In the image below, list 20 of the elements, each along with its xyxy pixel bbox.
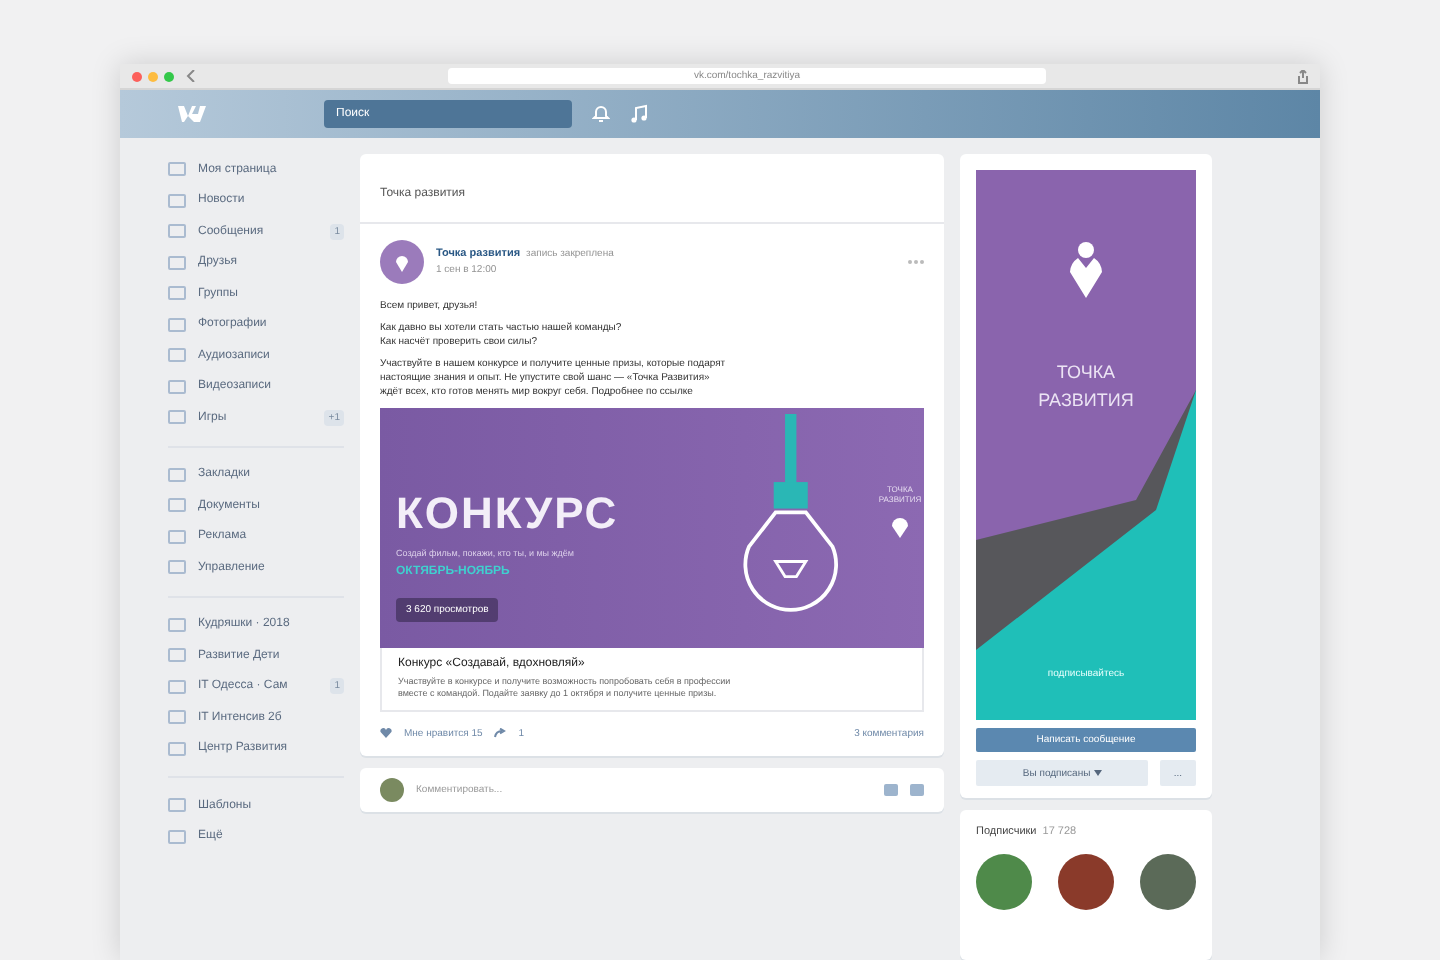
- member-avatar[interactable]: [1140, 854, 1196, 910]
- member-avatar[interactable]: [1058, 854, 1114, 910]
- pin-icon: [1064, 238, 1108, 298]
- close-icon[interactable]: [132, 71, 142, 81]
- caret-icon: [1093, 769, 1102, 775]
- member-avatar[interactable]: [976, 854, 1032, 910]
- share-icon[interactable]: [494, 728, 507, 739]
- back-icon[interactable]: [186, 70, 196, 82]
- minimize-icon[interactable]: [148, 71, 158, 81]
- group-avatar[interactable]: [380, 240, 424, 284]
- share-icon[interactable]: [1298, 69, 1308, 83]
- pin-icon: [890, 514, 910, 538]
- user-avatar: [380, 777, 404, 802]
- cover-title: ТОЧКА РАЗВИТИЯ: [1036, 360, 1136, 415]
- bell-icon[interactable]: [592, 104, 610, 124]
- banner-title: КОНКУРС: [396, 488, 621, 540]
- heart-icon[interactable]: [380, 728, 392, 739]
- music-icon[interactable]: [630, 104, 648, 124]
- logo-icon[interactable]: [176, 104, 208, 124]
- maximize-icon[interactable]: [164, 71, 174, 81]
